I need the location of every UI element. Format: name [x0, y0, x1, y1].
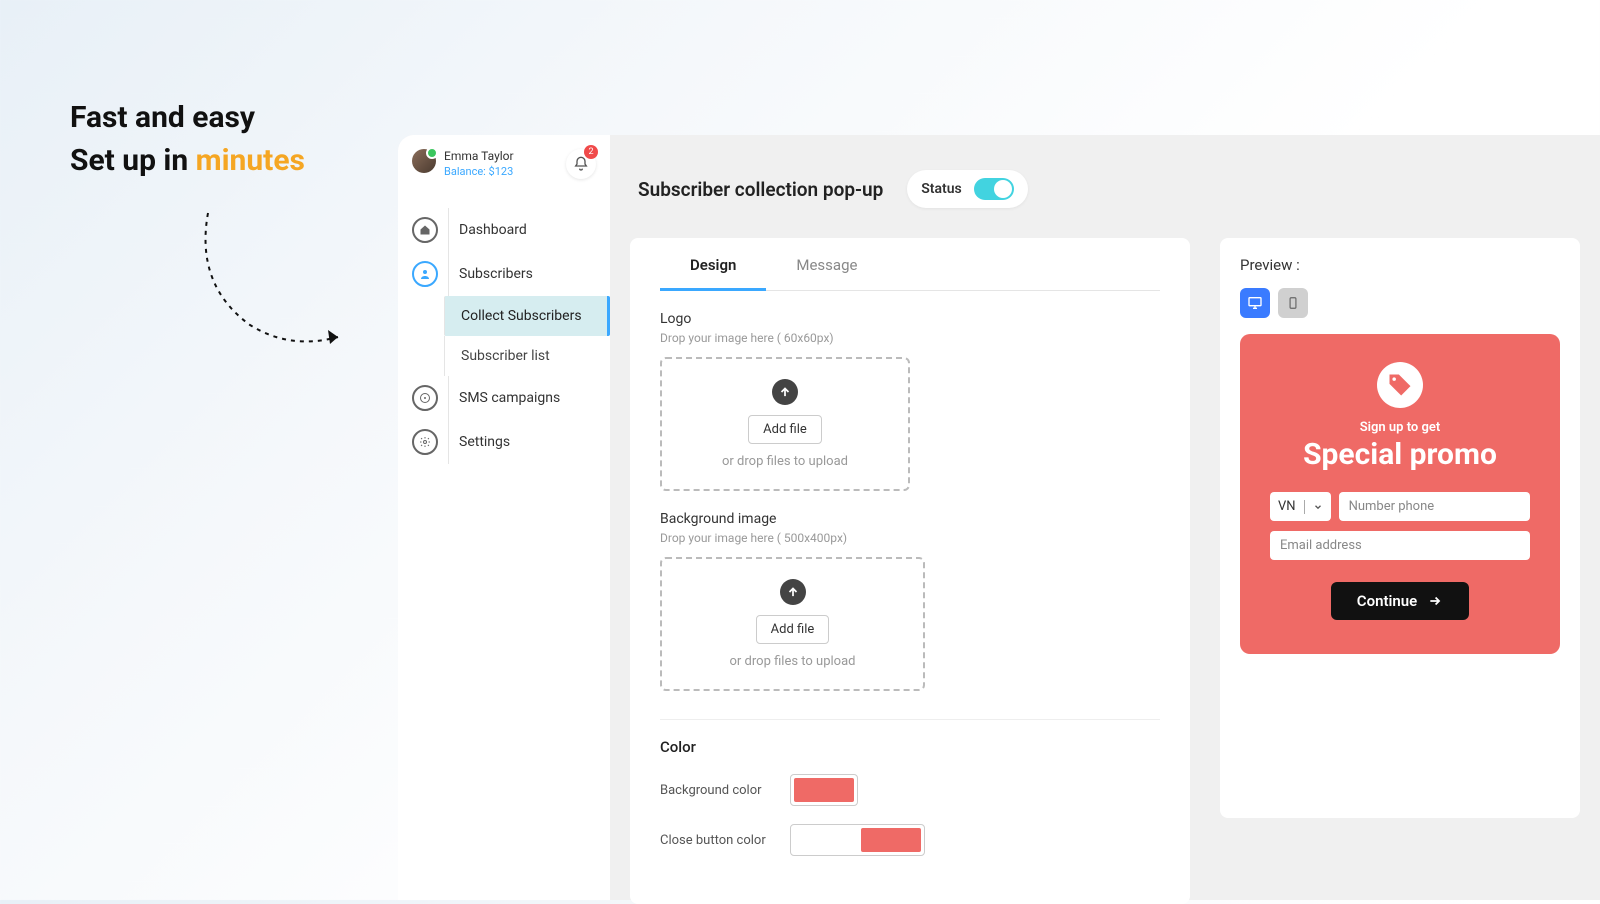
color-empty [794, 828, 856, 852]
nav-label: Subscribers [459, 266, 533, 282]
upload-icon [772, 379, 798, 405]
add-file-button[interactable]: Add file [748, 415, 822, 444]
subnav-collect-subscribers[interactable]: Collect Subscribers [444, 296, 610, 336]
preview-label: Preview : [1240, 256, 1560, 274]
section-hint: Drop your image here ( 500x400px) [660, 531, 1160, 545]
bg-image-section: Background image Drop your image here ( … [660, 511, 1160, 691]
chat-icon [412, 385, 438, 411]
promo-phone-row: VN Number phone [1270, 492, 1530, 521]
color-label: Close button color [660, 833, 790, 848]
users-icon [412, 261, 438, 287]
notifications-button[interactable]: 2 [566, 149, 596, 179]
mobile-preview-button[interactable] [1278, 288, 1308, 318]
bg-dropzone[interactable]: Add file or drop files to upload [660, 557, 925, 691]
nav-sms-campaigns[interactable]: SMS campaigns [398, 376, 610, 420]
nav: Dashboard Subscribers Collect Subscriber… [398, 208, 610, 464]
logo-section: Logo Drop your image here ( 60x60px) Add… [660, 311, 1160, 491]
country-select[interactable]: VN [1270, 492, 1331, 521]
preview-panel: Preview : Sign up to get Special promo V… [1220, 238, 1580, 818]
bg-color-row: Background color [660, 774, 1160, 806]
promo-title: Special promo [1270, 437, 1530, 472]
main-content: Subscriber collection pop-up Status Desi… [610, 135, 1600, 900]
section-label: Background image [660, 511, 1160, 527]
home-icon [412, 217, 438, 243]
status-toggle[interactable] [974, 178, 1014, 200]
nav-label: Dashboard [459, 222, 527, 238]
hero-text: Fast and easy Set up in minutes [70, 100, 305, 178]
color-swatch [861, 828, 921, 852]
hero-line1: Fast and easy [70, 100, 305, 135]
drop-hint: or drop files to upload [730, 654, 856, 669]
promo-logo [1377, 362, 1423, 408]
device-toggle-row [1240, 288, 1560, 318]
page-title: Subscriber collection pop-up [638, 178, 883, 201]
close-color-row: Close button color [660, 824, 1160, 856]
color-swatch [794, 778, 854, 802]
bell-icon [573, 156, 589, 172]
profile-balance: Balance: $123 [444, 165, 514, 178]
tabs: Design Message [660, 238, 1160, 291]
decorative-arrow [190, 205, 360, 365]
add-file-button[interactable]: Add file [756, 615, 830, 644]
close-color-picker[interactable] [790, 824, 925, 856]
hero-line2: Set up in minutes [70, 143, 305, 178]
desktop-icon [1247, 295, 1263, 311]
color-label: Background color [660, 783, 790, 798]
continue-button[interactable]: Continue [1331, 582, 1469, 620]
status-pill: Status [907, 170, 1027, 208]
email-input[interactable]: Email address [1270, 531, 1530, 560]
phone-input[interactable]: Number phone [1339, 492, 1530, 521]
design-panel: Design Message Logo Drop your image here… [630, 238, 1190, 904]
app-window: Emma Taylor Balance: $123 2 Dashboard Su… [398, 135, 1600, 900]
nav-label: SMS campaigns [459, 390, 560, 406]
notification-badge: 2 [584, 145, 598, 159]
tag-icon [1386, 371, 1414, 399]
section-label: Logo [660, 311, 1160, 327]
nav-label: Settings [459, 434, 510, 450]
promo-subtitle: Sign up to get [1270, 420, 1530, 435]
avatar [412, 149, 436, 173]
page-header: Subscriber collection pop-up Status [630, 135, 1580, 228]
color-section-title: Color [660, 719, 1160, 756]
chevron-down-icon [1313, 502, 1323, 512]
nav-subscribers[interactable]: Subscribers [398, 252, 610, 296]
hero-line2-prefix: Set up in [70, 143, 196, 178]
nav-dashboard[interactable]: Dashboard [398, 208, 610, 252]
status-label: Status [921, 181, 961, 197]
bg-color-picker[interactable] [790, 774, 858, 806]
desktop-preview-button[interactable] [1240, 288, 1270, 318]
profile-name: Emma Taylor [444, 149, 514, 163]
subnav-subscriber-list[interactable]: Subscriber list [444, 336, 610, 376]
tab-design[interactable]: Design [660, 238, 766, 291]
subnav: Collect Subscribers Subscriber list [438, 296, 610, 376]
sidebar: Emma Taylor Balance: $123 2 Dashboard Su… [398, 135, 610, 900]
drop-hint: or drop files to upload [722, 454, 848, 469]
section-hint: Drop your image here ( 60x60px) [660, 331, 1160, 345]
upload-icon [780, 579, 806, 605]
logo-dropzone[interactable]: Add file or drop files to upload [660, 357, 910, 491]
tab-message[interactable]: Message [766, 238, 887, 290]
gear-icon [412, 429, 438, 455]
arrow-right-icon [1427, 594, 1443, 608]
nav-settings[interactable]: Settings [398, 420, 610, 464]
promo-preview-card: Sign up to get Special promo VN Number p… [1240, 334, 1560, 654]
mobile-icon [1286, 296, 1300, 310]
hero-highlight: minutes [196, 143, 305, 178]
